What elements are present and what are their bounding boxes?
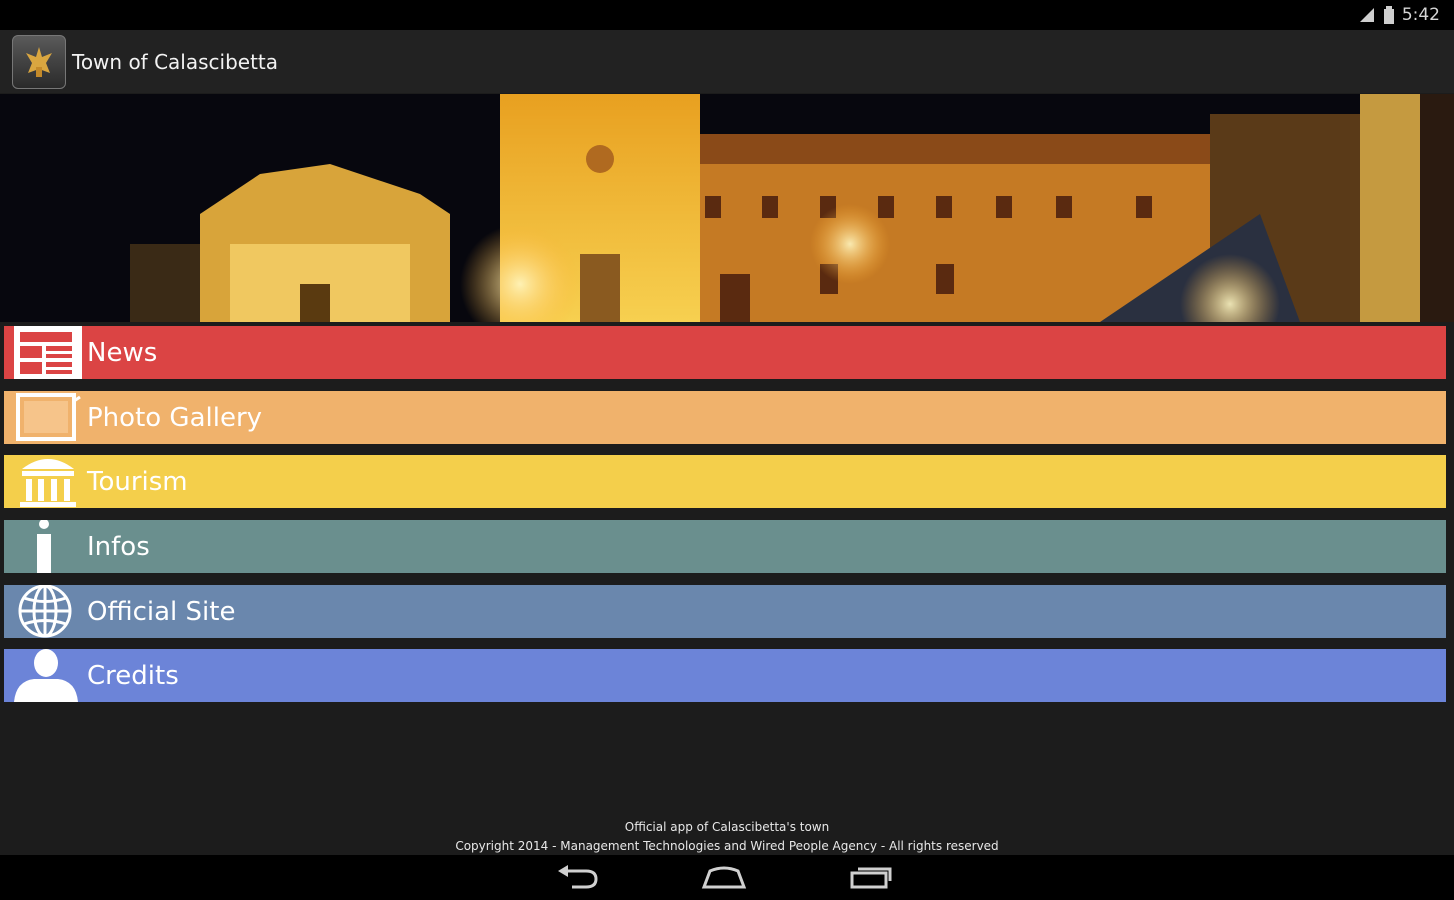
action-bar: Town of Calascibetta bbox=[0, 30, 1454, 93]
menu-item-label: Credits bbox=[87, 661, 179, 691]
status-bar: 5:42 bbox=[0, 0, 1454, 30]
footer-copyright: Copyright 2014 - Management Technologies… bbox=[455, 839, 999, 853]
back-button[interactable] bbox=[548, 865, 608, 893]
photo-frame-icon bbox=[14, 391, 82, 444]
home-button[interactable] bbox=[694, 865, 754, 893]
person-icon bbox=[14, 649, 82, 702]
navigation-bar bbox=[0, 855, 1454, 900]
menu-item-infos[interactable]: Infos bbox=[4, 520, 1446, 573]
battery-icon bbox=[1383, 6, 1394, 24]
info-icon bbox=[14, 520, 82, 573]
footer: Official app of Calascibetta's town Copy… bbox=[0, 818, 1454, 856]
menu-item-news[interactable]: News bbox=[4, 326, 1446, 379]
signal-icon bbox=[1359, 8, 1374, 22]
menu-item-tourism[interactable]: Tourism bbox=[4, 455, 1446, 508]
app-title: Town of Calascibetta bbox=[72, 50, 279, 74]
footer-line-1: Official app of Calascibetta's town bbox=[624, 820, 830, 834]
back-icon bbox=[558, 865, 598, 889]
menu-item-photo-gallery[interactable]: Photo Gallery bbox=[4, 391, 1446, 444]
museum-icon bbox=[14, 455, 82, 508]
menu-item-official-site[interactable]: Official Site bbox=[4, 585, 1446, 638]
globe-icon bbox=[14, 585, 82, 638]
town-night-photo bbox=[0, 94, 1454, 322]
menu-item-label: Photo Gallery bbox=[87, 403, 263, 433]
menu-item-credits[interactable]: Credits bbox=[4, 649, 1446, 702]
newspaper-icon bbox=[14, 326, 82, 379]
menu-item-label: Tourism bbox=[87, 467, 188, 497]
recent-apps-icon bbox=[850, 867, 892, 889]
status-time: 5:42 bbox=[1401, 5, 1440, 25]
recent-apps-button[interactable] bbox=[840, 865, 900, 893]
menu-item-label: Infos bbox=[87, 532, 150, 562]
town-crest-icon[interactable] bbox=[12, 35, 66, 89]
status-icons: 5:42 bbox=[1358, 5, 1440, 25]
menu-item-label: News bbox=[87, 338, 158, 368]
menu-item-label: Official Site bbox=[87, 597, 236, 627]
home-icon bbox=[701, 866, 747, 889]
